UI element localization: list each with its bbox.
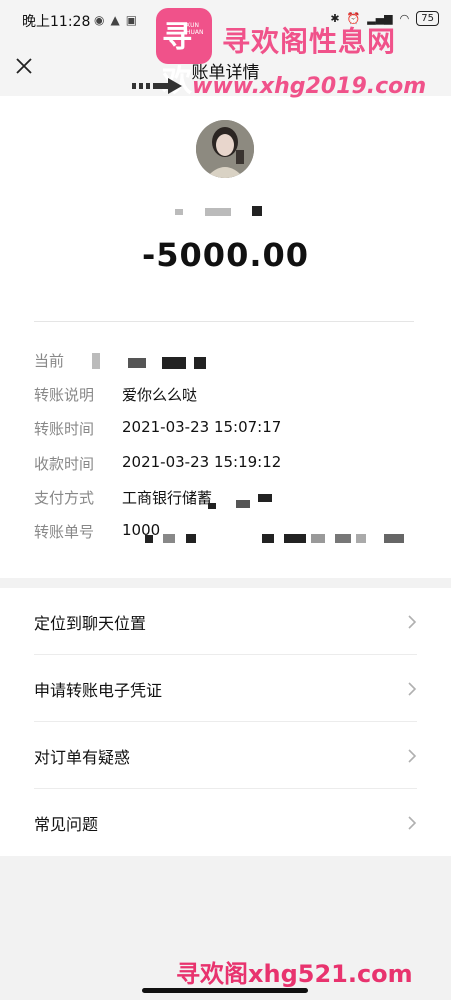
redacted-order-no xyxy=(384,534,404,543)
detail-label: 转账时间 xyxy=(34,420,95,438)
watermark-site-name: 寻欢阁性息网 xyxy=(222,25,397,58)
redacted-order-no xyxy=(311,534,325,543)
chevron-right-icon xyxy=(408,615,417,629)
redacted-name xyxy=(252,206,262,216)
action-label: 定位到聊天位置 xyxy=(34,614,147,633)
redacted-order-no xyxy=(356,534,366,543)
redacted-status xyxy=(194,357,206,369)
avatar[interactable] xyxy=(196,120,254,178)
action-request-receipt[interactable]: 申请转账电子凭证 xyxy=(0,655,451,722)
detail-value: 2021-03-23 15:07:17 xyxy=(122,418,282,436)
action-label: 常见问题 xyxy=(34,815,99,834)
redacted-status xyxy=(92,353,100,369)
chevron-right-icon xyxy=(408,682,417,696)
divider xyxy=(34,321,414,322)
home-indicator[interactable] xyxy=(142,988,308,993)
amount: -5000.00 xyxy=(141,236,310,274)
action-label: 对订单有疑惑 xyxy=(34,748,131,767)
action-order-question[interactable]: 对订单有疑惑 xyxy=(0,722,451,789)
watermark-logo-sub: XUN HUAN xyxy=(186,22,204,36)
redacted-order-no xyxy=(145,535,153,543)
action-label: 申请转账电子凭证 xyxy=(34,681,163,700)
detail-value: 2021-03-23 15:19:12 xyxy=(122,453,282,471)
detail-label: 收款时间 xyxy=(34,455,95,473)
detail-value: 工商银行储蓄 xyxy=(122,489,213,507)
detail-value: 爱你么么哒 xyxy=(122,386,198,404)
action-locate-chat[interactable]: 定位到聊天位置 xyxy=(0,588,451,655)
watermark-footer: 寻欢阁xhg521.com xyxy=(176,960,413,988)
redacted-name xyxy=(205,208,231,216)
detail-label: 转账说明 xyxy=(34,386,95,404)
watermark-logo: 寻欢 XUN HUAN xyxy=(156,8,212,99)
redacted-card xyxy=(258,494,272,502)
redacted-card xyxy=(236,500,250,508)
chevron-right-icon xyxy=(408,816,417,830)
redacted-order-no xyxy=(186,534,196,543)
redacted-order-no xyxy=(284,534,306,543)
arrow-right-icon xyxy=(132,78,182,94)
chevron-right-icon xyxy=(408,749,417,763)
redacted-status xyxy=(128,358,146,368)
redacted-name xyxy=(175,209,183,215)
action-faq[interactable]: 常见问题 xyxy=(0,789,451,856)
action-list: 定位到聊天位置 申请转账电子凭证 对订单有疑惑 常见问题 xyxy=(0,588,451,856)
status-time: 晚上11:28 xyxy=(22,14,91,30)
redacted-status xyxy=(162,357,186,369)
notification-icons: ◉▲▣ xyxy=(94,13,144,27)
redacted-order-no xyxy=(262,534,274,543)
redacted-order-no xyxy=(163,534,175,543)
detail-label: 当前 xyxy=(34,352,65,370)
watermark-url: www.xhg2019.com xyxy=(192,74,427,99)
redacted-order-no xyxy=(335,534,351,543)
detail-value: 1000 xyxy=(122,521,161,539)
detail-label: 转账单号 xyxy=(34,523,95,541)
redacted-card xyxy=(208,503,216,509)
watermark-header: 寻欢 XUN HUAN 寻欢阁性息网 www.xhg2019.com xyxy=(132,8,446,100)
detail-label: 支付方式 xyxy=(34,489,95,507)
